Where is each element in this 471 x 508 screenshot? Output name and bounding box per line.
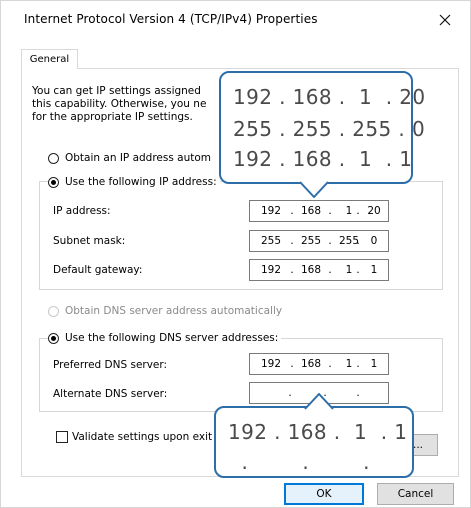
default-gateway-dot-1: . (290, 264, 294, 276)
subnet-mask-input[interactable]: 255 . 255 . 255 . 0 (249, 230, 389, 252)
default-gateway-octet-2: 168 (300, 264, 322, 276)
obtain-ip-automatically-option[interactable]: Obtain an IP address autom (48, 150, 211, 166)
preferred-dns-octet-4: 1 (370, 358, 378, 370)
radio-button-icon (48, 152, 59, 164)
use-following-ip-label: Use the following IP address: (65, 176, 217, 188)
title-bar: Internet Protocol Version 4 (TCP/IPv4) P… (1, 1, 470, 39)
preferred-dns-octet-2: 168 (300, 358, 322, 370)
ip-address-octet-2: 168 (300, 205, 322, 217)
subnet-mask-dot-2: . (328, 235, 332, 247)
default-gateway-octet-4: 1 (370, 264, 378, 276)
default-gateway-octet-1: 192 (260, 264, 282, 276)
default-gateway-label: Default gateway: (53, 264, 143, 276)
ip-address-octet-1: 192 (260, 205, 282, 217)
cancel-button-label: Cancel (397, 488, 434, 500)
subnet-mask-octet-4: 0 (370, 235, 378, 247)
ip-address-label: IP address: (53, 205, 111, 217)
validate-settings-label: Validate settings upon exit (72, 431, 213, 443)
default-gateway-dot-2: . (328, 264, 332, 276)
validate-settings-checkbox[interactable]: Validate settings upon exit (56, 429, 212, 445)
subnet-mask-dot-1: . (290, 235, 294, 247)
default-gateway-input[interactable]: 192 . 168 . 1 . 1 (249, 259, 389, 281)
ip-address-dot-1: . (290, 205, 294, 217)
alternate-dns-dot-1: . (288, 387, 292, 399)
cancel-button[interactable]: Cancel (377, 483, 454, 505)
window-title: Internet Protocol Version 4 (TCP/IPv4) P… (24, 12, 318, 26)
ok-button[interactable]: OK (284, 483, 364, 505)
radio-button-icon (48, 305, 59, 317)
dns-callout-pointer (304, 393, 334, 410)
obtain-dns-automatically-option: Obtain DNS server address automatically (48, 303, 282, 319)
ip-address-dot-2: . (328, 205, 332, 217)
tab-general-label: General (29, 54, 70, 65)
obtain-dns-automatically-label: Obtain DNS server address automatically (65, 305, 283, 317)
preferred-dns-dot-2: . (328, 358, 332, 370)
close-button[interactable] (432, 8, 458, 32)
preferred-dns-input[interactable]: 192 . 168 . 1 . 1 (249, 353, 389, 375)
preferred-dns-dot-1: . (290, 358, 294, 370)
obtain-ip-automatically-label: Obtain an IP address autom (65, 152, 212, 164)
preferred-dns-label: Preferred DNS server: (53, 359, 168, 371)
radio-button-icon (48, 176, 59, 188)
default-gateway-octet-3: 1 (345, 264, 353, 276)
advanced-button-label: ... (412, 439, 423, 451)
ip-address-input[interactable]: 192 . 168 . 1 . 20 (249, 200, 389, 222)
subnet-mask-octet-1: 255 (260, 235, 282, 247)
ip-callout-pointer (299, 181, 329, 198)
ip-settings-description: You can get IP settings assigned rts thi… (32, 85, 372, 123)
preferred-dns-octet-1: 192 (260, 358, 282, 370)
ip-address-octet-4: 20 (367, 205, 381, 217)
tab-general[interactable]: General (21, 49, 78, 69)
alternate-dns-dot-3: . (356, 387, 360, 399)
use-following-dns-option[interactable]: Use the following DNS server addresses: (48, 330, 282, 346)
alternate-dns-label: Alternate DNS server: (53, 388, 168, 400)
ip-address-dot-3: . (356, 205, 360, 217)
subnet-mask-label: Subnet mask: (53, 235, 126, 247)
default-gateway-dot-3: . (356, 264, 360, 276)
preferred-dns-octet-3: 1 (345, 358, 353, 370)
use-following-dns-label: Use the following DNS server addresses: (65, 332, 279, 344)
subnet-mask-octet-2: 255 (300, 235, 322, 247)
ip-address-octet-3: 1 (345, 205, 353, 217)
subnet-mask-dot-3: . (356, 235, 360, 247)
close-icon (439, 14, 451, 26)
radio-button-icon (48, 332, 59, 344)
advanced-button[interactable]: ... (398, 434, 438, 456)
preferred-dns-dot-3: . (356, 358, 360, 370)
ipv4-properties-dialog: Internet Protocol Version 4 (TCP/IPv4) P… (0, 0, 471, 508)
checkbox-icon (56, 431, 68, 443)
ok-button-label: OK (316, 488, 332, 500)
use-following-ip-option[interactable]: Use the following IP address: (48, 174, 220, 190)
